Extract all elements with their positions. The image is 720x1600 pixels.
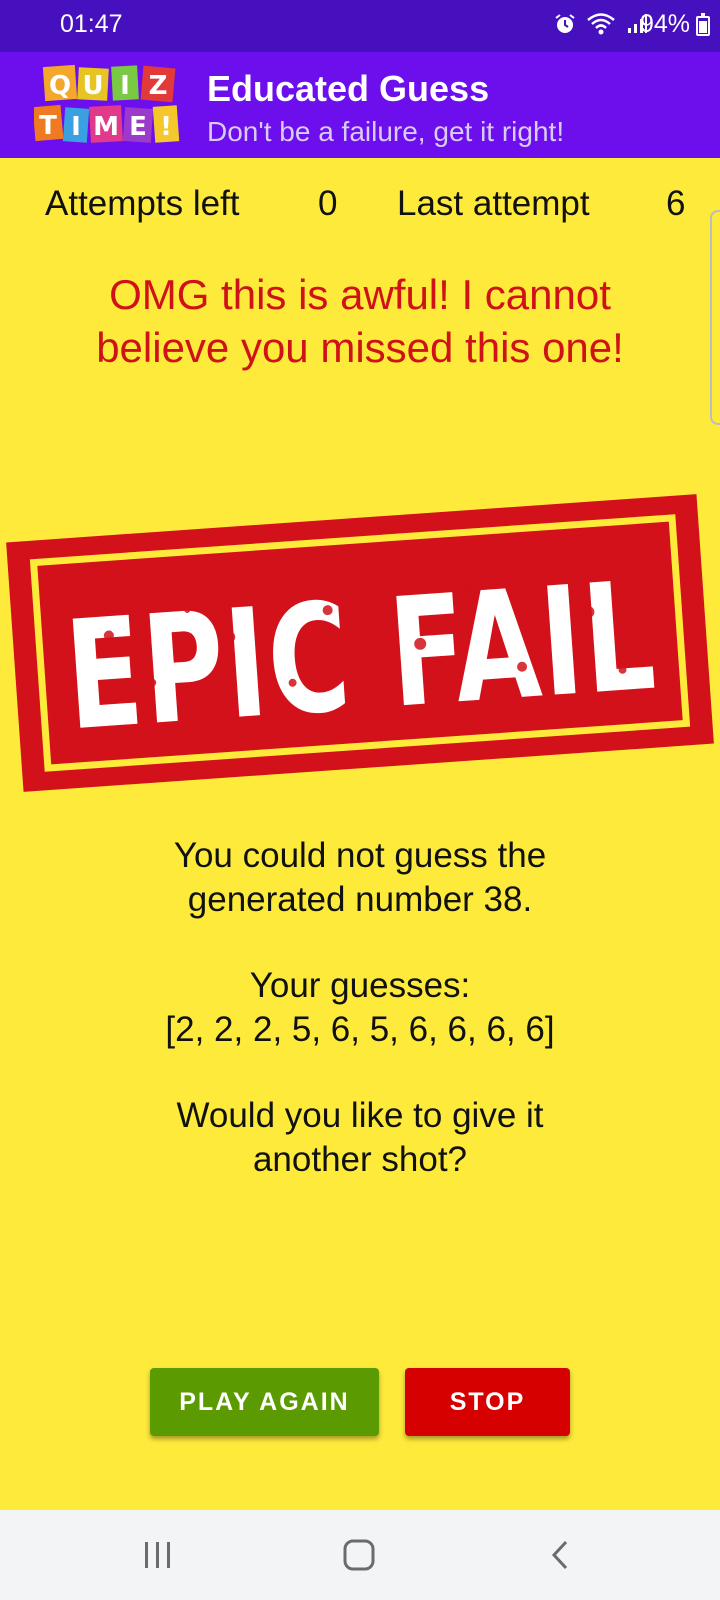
result-line-2: generated number 38.: [187, 880, 533, 919]
back-icon[interactable]: [548, 1538, 574, 1572]
fail-message: OMG this is awful! I cannot believe you …: [96, 271, 624, 371]
scroll-indicator[interactable]: [710, 210, 720, 425]
quiz-time-logo: Q U I Z T I M E !: [34, 64, 180, 143]
svg-text:!: !: [160, 112, 172, 142]
stop-button[interactable]: STOP: [405, 1368, 570, 1436]
app-subtitle: Don't be a failure, get it right!: [207, 116, 565, 147]
svg-text:I: I: [120, 71, 130, 101]
alarm-icon: [555, 14, 575, 33]
epic-fail-stamp: EPIC FAIL: [6, 494, 714, 792]
svg-text:Q: Q: [49, 71, 71, 101]
guesses-list: [2, 2, 2, 5, 6, 5, 6, 6, 6, 6]: [165, 1010, 555, 1049]
svg-text:T: T: [39, 111, 57, 141]
wifi-icon: [587, 13, 615, 35]
svg-text:E: E: [129, 112, 147, 142]
prompt-line-2: another shot?: [252, 1140, 468, 1179]
status-time: 01:47: [60, 10, 123, 38]
app-bar: Q U I Z T I M E ! Educated Guess Don't b…: [0, 52, 720, 158]
recent-apps-icon[interactable]: [143, 1538, 173, 1572]
navigation-bar: [0, 1510, 720, 1600]
status-icons: [554, 12, 648, 36]
battery-icon: [696, 13, 710, 36]
last-attempt-label: Last attempt: [397, 184, 590, 223]
svg-text:U: U: [82, 71, 103, 101]
prompt-line-1: Would you like to give it: [176, 1096, 544, 1135]
attempts-left-value: 0: [318, 184, 338, 223]
battery-percentage: 94%: [639, 10, 690, 38]
play-again-button[interactable]: PLAY AGAIN: [150, 1368, 379, 1436]
guesses-label: Your guesses:: [249, 966, 471, 1005]
svg-text:M: M: [93, 112, 119, 142]
result-line-1: You could not guess the: [173, 836, 547, 875]
svg-text:Z: Z: [149, 71, 168, 101]
status-bar: 01:47 94%: [0, 0, 720, 52]
app-title: Educated Guess: [207, 68, 490, 109]
home-icon[interactable]: [342, 1538, 376, 1572]
attempts-left-label: Attempts left: [45, 184, 240, 223]
last-attempt-value: 6: [666, 184, 686, 223]
svg-text:I: I: [71, 112, 81, 142]
